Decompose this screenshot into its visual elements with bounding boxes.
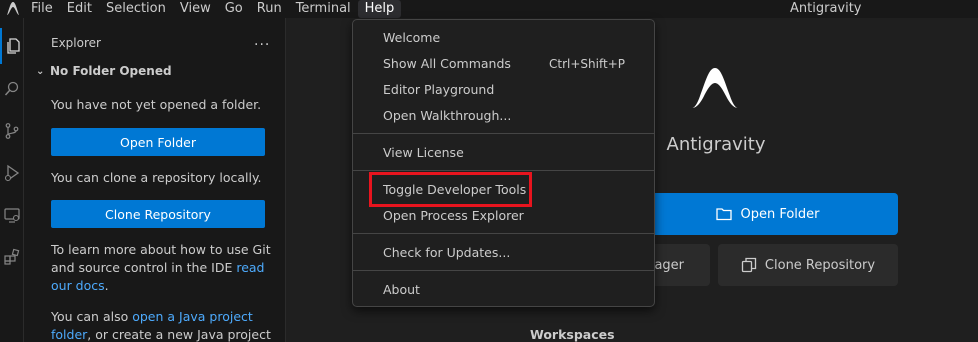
help-menu-dropdown: Welcome Show All Commands Ctrl+Shift+P Ed… (352, 19, 655, 307)
menu-item-welcome[interactable]: Welcome (353, 26, 654, 50)
menu-run[interactable]: Run (250, 0, 289, 18)
menu-separator (353, 233, 654, 234)
menu-item-editor-playground[interactable]: Editor Playground (353, 78, 654, 102)
menu-item-label: Open Walkthrough... (383, 108, 512, 123)
welcome-open-folder-label: Open Folder (740, 206, 820, 222)
java-project-text: You can also open a Java project folder,… (51, 308, 281, 342)
menu-item-label: View License (383, 145, 464, 160)
sidebar-clone-repository-button[interactable]: Clone Repository (51, 200, 265, 228)
keyboard-shortcut: Ctrl+Shift+P (549, 57, 625, 71)
welcome-clone-label: Clone Repository (764, 257, 876, 273)
menu-item-label: Editor Playground (383, 82, 495, 97)
remote-explorer-icon (4, 208, 20, 223)
menu-edit[interactable]: Edit (60, 0, 99, 18)
java-folder-link[interactable]: folder (51, 327, 87, 342)
no-folder-section-header[interactable]: ⌄ No Folder Opened (36, 64, 172, 78)
activity-explorer[interactable] (0, 28, 24, 64)
sidebar-open-folder-button[interactable]: Open Folder (51, 128, 265, 156)
menu-item-show-all-commands[interactable]: Show All Commands Ctrl+Shift+P (353, 52, 654, 76)
menu-selection[interactable]: Selection (99, 0, 173, 18)
files-icon (7, 38, 20, 54)
activity-run-debug[interactable] (0, 155, 24, 191)
menu-item-label: Welcome (383, 30, 441, 45)
welcome-clone-repository-button[interactable]: Clone Repository (718, 244, 898, 286)
clone-icon (741, 257, 757, 273)
chevron-down-icon: ⌄ (36, 65, 45, 77)
run-debug-icon (4, 164, 20, 182)
menu-terminal[interactable]: Terminal (289, 0, 358, 18)
open-java-project-link[interactable]: open a Java project (132, 309, 253, 324)
menu-go[interactable]: Go (218, 0, 250, 18)
source-control-icon (5, 123, 19, 139)
menu-item-view-license[interactable]: View License (353, 141, 654, 165)
activity-search[interactable] (0, 71, 24, 107)
git-text-line-1: To learn more about how to use Git (51, 242, 271, 257)
menu-item-label: Show All Commands (383, 56, 511, 71)
extensions-icon (4, 248, 20, 265)
search-icon (4, 81, 19, 96)
menu-item-about[interactable]: About (353, 278, 654, 302)
welcome-open-folder-button[interactable]: Open Folder (638, 193, 898, 235)
menu-item-open-process-explorer[interactable]: Open Process Explorer (353, 204, 654, 228)
menu-separator (353, 170, 654, 171)
antigravity-logo-icon (692, 68, 738, 108)
read-docs-link[interactable]: read (236, 260, 264, 275)
activity-source-control[interactable] (0, 113, 24, 149)
explorer-title: Explorer (51, 36, 101, 50)
git-text-line-2: and source control in the IDE (51, 260, 237, 275)
git-text-end: . (104, 278, 109, 293)
folder-icon (716, 208, 733, 221)
activity-bar (0, 18, 24, 342)
menu-separator (353, 133, 654, 134)
clone-text: You can clone a repository locally. (51, 170, 262, 185)
antigravity-logo-icon (7, 2, 19, 15)
activity-extensions[interactable] (0, 239, 24, 275)
our-docs-link[interactable]: our docs (51, 278, 105, 293)
section-title: No Folder Opened (50, 64, 172, 78)
menu-item-label: Check for Updates... (383, 245, 511, 260)
title-bar: File Edit Selection View Go Run Terminal… (0, 0, 978, 18)
menu-item-label: About (383, 282, 420, 297)
not-opened-text: You have not yet opened a folder. (51, 97, 262, 112)
welcome-manager-label: ager (654, 257, 684, 273)
java-text-1: You can also (51, 309, 133, 324)
menu-item-label: Open Process Explorer (383, 208, 524, 223)
menu-file[interactable]: File (24, 0, 60, 18)
menu-view[interactable]: View (173, 0, 218, 18)
highlight-annotation-box (369, 172, 532, 207)
explorer-sidebar: Explorer ... ⌄ No Folder Opened You have… (24, 18, 286, 342)
workspaces-heading: Workspaces (530, 327, 615, 342)
menu-bar: File Edit Selection View Go Run Terminal… (24, 0, 402, 18)
menu-help[interactable]: Help (357, 0, 402, 18)
menu-item-open-walkthrough[interactable]: Open Walkthrough... (353, 104, 654, 128)
java-text-2: , or create a new Java project (87, 327, 271, 342)
activity-remote-explorer[interactable] (0, 197, 24, 233)
menu-separator (353, 270, 654, 271)
git-docs-text: To learn more about how to use Git and s… (51, 241, 281, 295)
more-actions-icon[interactable]: ... (254, 33, 270, 49)
menu-item-check-for-updates[interactable]: Check for Updates... (353, 241, 654, 265)
window-title: Antigravity (790, 1, 862, 16)
